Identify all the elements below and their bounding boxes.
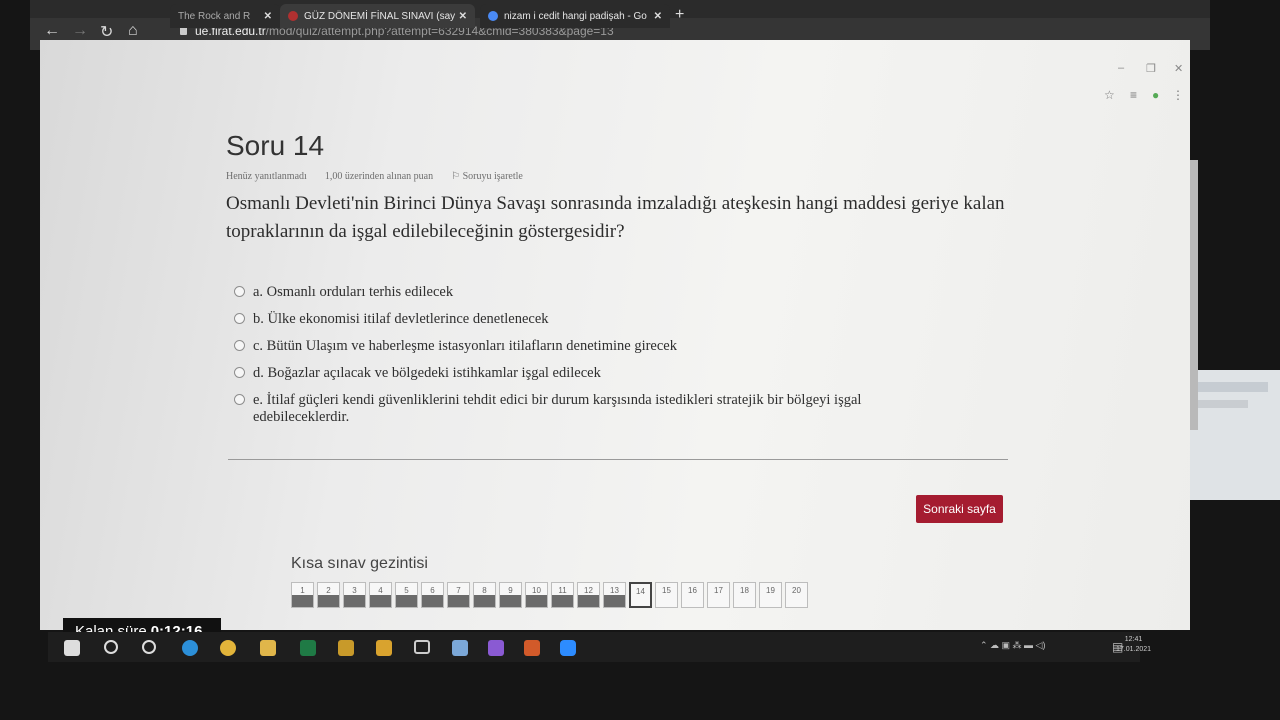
notification-icon[interactable]: ▤ (1112, 640, 1123, 654)
edge-icon[interactable] (182, 640, 198, 656)
answer-label: c. Bütün Ulaşım ve haberleşme istasyonla… (253, 338, 677, 354)
quiz-nav-cell-18[interactable]: 18 (733, 582, 756, 608)
page-scrollbar[interactable] (1190, 160, 1198, 430)
flag-label: Soruyu işaretle (462, 171, 523, 182)
quiz-nav-cell-3[interactable]: 3 (343, 582, 366, 608)
quiz-nav-cell-5[interactable]: 5 (395, 582, 418, 608)
site-icon (288, 11, 298, 21)
flag-question-link[interactable]: ⚐ Soruyu işaretle (451, 171, 523, 182)
quiz-nav-cell-4[interactable]: 4 (369, 582, 392, 608)
quiz-nav-cell-12[interactable]: 12 (577, 582, 600, 608)
radio-button[interactable] (234, 367, 245, 378)
tab-rock[interactable]: The Rock and R ✕ (170, 4, 280, 28)
divider (228, 459, 1008, 460)
quiz-nav-cell-16[interactable]: 16 (681, 582, 704, 608)
quiz-nav-cell-19[interactable]: 19 (759, 582, 782, 608)
restore-icon[interactable]: ❐ (1146, 62, 1156, 75)
tab-exam[interactable]: GÜZ DÖNEMİ FİNAL SINAVI (say ✕ (280, 4, 475, 28)
windows-start-icon[interactable] (64, 640, 80, 656)
question-text: Osmanlı Devleti'nin Birinci Dünya Savaşı… (226, 193, 1005, 242)
close-icon[interactable]: ✕ (459, 11, 467, 22)
answer-option-a[interactable]: a. Osmanlı orduları terhis edilecek (234, 284, 954, 311)
answer-label: d. Boğazlar açılacak ve bölgedeki istihk… (253, 365, 601, 381)
extensions-icon[interactable]: ≡ (1130, 88, 1137, 102)
answer-list: a. Osmanlı orduları terhis edilecek b. Ü… (234, 284, 954, 436)
forward-icon[interactable]: → (72, 22, 88, 40)
window-app-icon[interactable] (414, 640, 430, 654)
quiz-nav-cell-1[interactable]: 1 (291, 582, 314, 608)
answer-option-d[interactable]: d. Boğazlar açılacak ve bölgedeki istihk… (234, 365, 954, 392)
flag-icon: ⚐ (451, 171, 463, 182)
question-title: Soru 14 (226, 130, 325, 161)
cortana-icon[interactable] (142, 640, 156, 654)
back-icon[interactable]: ← (44, 22, 60, 40)
tab-label: The Rock and R (178, 10, 251, 22)
quiz-nav-cell-15[interactable]: 15 (655, 582, 678, 608)
new-tab-icon[interactable]: + (675, 6, 684, 24)
zoom-icon[interactable] (560, 640, 576, 656)
quiz-navigation-title: Kısa sınav gezintisi (291, 555, 428, 572)
google-icon (488, 11, 498, 21)
close-window-icon[interactable]: ✕ (1174, 62, 1183, 75)
answer-label: a. Osmanlı orduları terhis edilecek (253, 284, 454, 300)
home-icon[interactable]: ⌂ (128, 22, 138, 40)
tray-icons[interactable]: ⌃ ☁ ▣ ⁂ ▬ ◁) (980, 640, 1045, 651)
answer-label: e. İtilaf güçleri kendi güvenliklerini t… (253, 392, 862, 425)
windows-taskbar: ⌃ ☁ ▣ ⁂ ▬ ◁) 12:41 17.01.2021 ▤ (48, 632, 1151, 662)
visual-studio-icon[interactable] (488, 640, 504, 656)
quiz-nav-cell-10[interactable]: 10 (525, 582, 548, 608)
photos-icon[interactable] (338, 640, 354, 656)
search-icon[interactable] (104, 640, 118, 654)
radio-button[interactable] (234, 340, 245, 351)
file-explorer-icon[interactable] (260, 640, 276, 656)
quiz-nav-cell-11[interactable]: 11 (551, 582, 574, 608)
quiz-nav-cell-13[interactable]: 13 (603, 582, 626, 608)
answer-label: b. Ülke ekonomisi itilaf devletlerince d… (253, 311, 549, 327)
tab-strip: The Rock and R ✕ GÜZ DÖNEMİ FİNAL SINAVI … (30, 0, 1210, 28)
lock-icon (180, 27, 187, 35)
answer-option-c[interactable]: c. Bütün Ulaşım ve haberleşme istasyonla… (234, 338, 954, 365)
question-status: Henüz yanıtlanmadı (226, 171, 307, 182)
radio-button[interactable] (234, 286, 245, 297)
quiz-nav-cell-7[interactable]: 7 (447, 582, 470, 608)
answer-option-b[interactable]: b. Ülke ekonomisi itilaf devletlerince d… (234, 311, 954, 338)
quiz-nav-cell-6[interactable]: 6 (421, 582, 444, 608)
quiz-navigation-grid: 1 2 3 4 5 6 7 8 9 10 11 12 13 14 15 16 17 18 19 20 (291, 582, 808, 608)
cube-app-icon[interactable] (452, 640, 468, 656)
quiz-nav-cell-14[interactable]: 14 (629, 582, 652, 608)
quiz-nav-cell-17[interactable]: 17 (707, 582, 730, 608)
quiz-nav-cell-2[interactable]: 2 (317, 582, 340, 608)
profile-icon[interactable]: ● (1152, 88, 1159, 102)
minimize-icon[interactable]: – (1118, 62, 1124, 74)
close-icon[interactable]: ✕ (654, 11, 662, 22)
app-icon[interactable] (524, 640, 540, 656)
excel-icon[interactable] (300, 640, 316, 656)
close-icon[interactable]: ✕ (264, 11, 272, 22)
next-page-button[interactable]: Sonraki sayfa (916, 495, 1003, 523)
reload-icon[interactable]: ↻ (100, 22, 113, 42)
chrome-icon[interactable] (220, 640, 236, 656)
quiz-nav-cell-8[interactable]: 8 (473, 582, 496, 608)
radio-button[interactable] (234, 313, 245, 324)
radio-button[interactable] (234, 394, 245, 405)
quiz-nav-cell-20[interactable]: 20 (785, 582, 808, 608)
star-app-icon[interactable] (376, 640, 392, 656)
tab-label: GÜZ DÖNEMİ FİNAL SINAVI (say (304, 10, 456, 22)
quiz-nav-cell-9[interactable]: 9 (499, 582, 522, 608)
question-meta: Henüz yanıtlanmadı 1,00 üzerinden alınan… (226, 171, 523, 182)
star-icon[interactable]: ☆ (1104, 88, 1115, 102)
tab-label: nizam i cedit hangi padişah - Go (504, 10, 647, 22)
tab-google[interactable]: nizam i cedit hangi padişah - Go ✕ (480, 4, 670, 28)
menu-icon[interactable]: ⋮ (1172, 88, 1184, 102)
question-points: 1,00 üzerinden alınan puan (324, 171, 434, 182)
answer-option-e[interactable]: e. İtilaf güçleri kendi güvenliklerini t… (234, 392, 954, 436)
